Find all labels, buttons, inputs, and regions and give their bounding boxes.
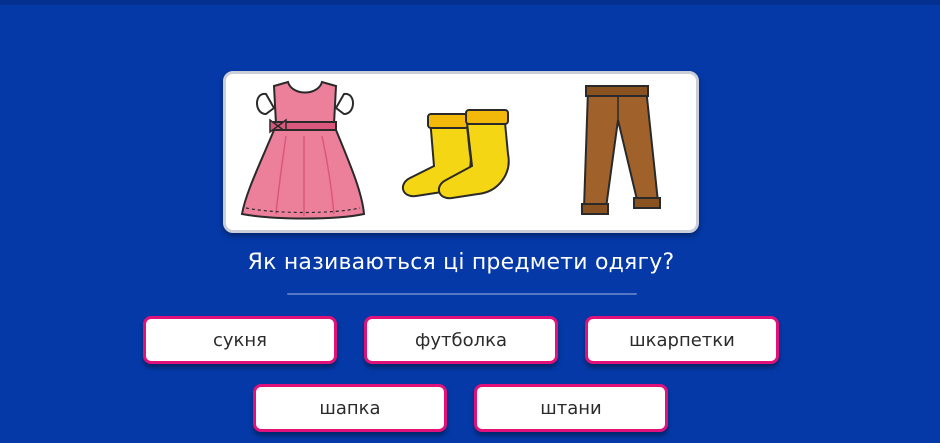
quiz-screen: Як називаються ці предмети одягу? сукня …: [0, 0, 940, 443]
socks-icon: [401, 109, 510, 200]
dress-icon: [240, 80, 366, 220]
question-text: Як називаються ці предмети одягу?: [247, 250, 675, 275]
answer-option-3[interactable]: шкарпетки: [585, 316, 779, 364]
divider: [287, 293, 637, 295]
top-strip: [0, 0, 940, 5]
answer-option-5[interactable]: штани: [474, 384, 668, 432]
answer-option-2[interactable]: футболка: [364, 316, 558, 364]
answer-option-1[interactable]: сукня: [143, 316, 337, 364]
answer-option-4[interactable]: шапка: [253, 384, 447, 432]
trousers-icon: [581, 85, 661, 215]
question-image-card: [223, 71, 699, 233]
clothing-illustration: [240, 80, 661, 220]
